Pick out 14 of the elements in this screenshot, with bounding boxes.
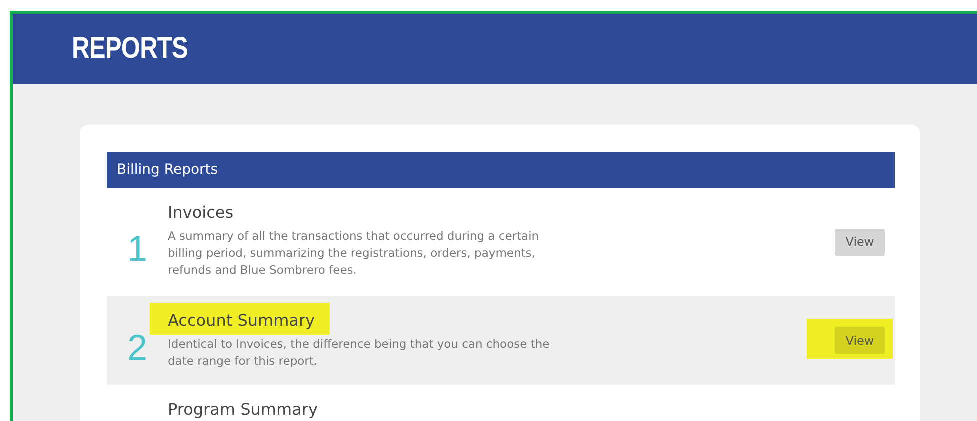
report-title: Program Summary bbox=[168, 400, 318, 419]
section-title: Billing Reports bbox=[117, 162, 218, 178]
view-button[interactable]: View bbox=[835, 228, 885, 256]
report-description: Identical to Invoices, the difference being that you can choose the date range for this report. bbox=[168, 336, 551, 370]
report-title: Invoices bbox=[168, 203, 234, 222]
page-title: REPORTS bbox=[72, 32, 188, 66]
report-number: 2 bbox=[127, 326, 148, 368]
report-row[interactable]: 1 Invoices A summary of all the transactions that occurred during a certain billing period, summarizing the registrations, orders, payments, refunds and Blue Sombrero fees. View bbox=[107, 188, 895, 296]
report-row[interactable]: Program Summary bbox=[107, 385, 895, 421]
report-title: Account Summary bbox=[168, 311, 316, 330]
report-row[interactable]: 2 Account Summary Identical to Invoices, the difference being that you can choose the date range for this report. View bbox=[107, 296, 895, 385]
view-button[interactable]: View bbox=[835, 327, 885, 354]
report-number: 1 bbox=[127, 228, 148, 269]
report-description: A summary of all the transactions that occurred during a certain billing period, summarizing the registrations, orders, payments, refunds and Blue Sombrero fees. bbox=[168, 228, 540, 279]
